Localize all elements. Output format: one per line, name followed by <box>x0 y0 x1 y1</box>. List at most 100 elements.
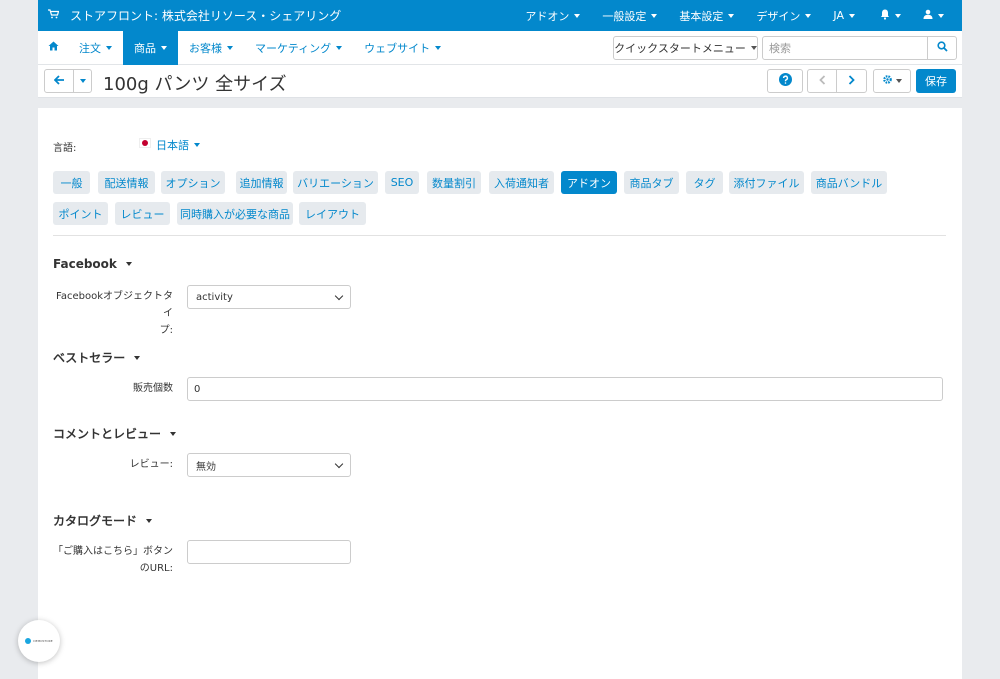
search-input[interactable] <box>762 36 928 60</box>
top-bar: ストアフロント: 株式会社リソース・シェアリング アドオン 一般設定 基本設定 … <box>38 0 962 31</box>
chevron-down-icon <box>574 13 581 18</box>
buy-now-url-label-line2: のURL: <box>139 563 173 574</box>
logo-icon <box>25 638 32 644</box>
tab-tags[interactable]: タグ <box>686 171 723 194</box>
user-icon <box>923 9 933 22</box>
buy-now-url-label: 「ご購入はこちら」ボタン のURL: <box>51 543 173 577</box>
gear-icon <box>882 74 893 88</box>
tab-features[interactable]: 追加情報 <box>236 171 287 194</box>
tab-product-tabs[interactable]: 商品タブ <box>624 171 679 194</box>
nav-orders[interactable]: 注文 <box>68 31 123 65</box>
topnav-basic-settings[interactable]: 基本設定 <box>668 8 745 24</box>
badge-text: DEMOSTORE <box>33 639 53 643</box>
sales-amount-value: 0 <box>194 383 201 395</box>
chevron-down-icon <box>336 45 343 50</box>
language-value: 日本語 <box>156 139 189 152</box>
facebook-object-type-label-line2: プ: <box>159 325 173 336</box>
storefront-name[interactable]: ストアフロント: 株式会社リソース・シェアリング <box>70 7 341 24</box>
tab-layouts[interactable]: レイアウト <box>299 202 366 225</box>
chevron-down-icon <box>146 518 153 523</box>
topnav-design[interactable]: デザイン <box>745 8 822 24</box>
facebook-object-type-select[interactable]: activity <box>187 285 351 309</box>
tab-required-products[interactable]: 同時購入が必要な商品 <box>177 202 293 225</box>
section-bestsellers-header[interactable]: ベストセラー <box>53 349 141 366</box>
chevron-down-icon <box>895 13 901 18</box>
language-label: 言語: <box>53 143 77 154</box>
sales-amount-label: 販売個数 <box>133 383 173 394</box>
language-selector[interactable]: 日本語 <box>156 137 200 153</box>
chevron-down-icon <box>334 459 344 468</box>
search-icon <box>936 41 948 55</box>
facebook-object-type-value: activity <box>196 291 233 303</box>
chevron-down-icon <box>651 13 658 18</box>
quickstart-menu-button[interactable]: クイックスタートメニュー <box>613 36 758 60</box>
tab-attachments[interactable]: 添付ファイル <box>729 171 804 194</box>
tab-variations[interactable]: バリエーション <box>293 171 378 194</box>
chevron-down-icon <box>849 13 855 18</box>
chevron-down-icon <box>334 291 344 300</box>
previous-product-button[interactable] <box>807 69 837 93</box>
chevron-left-icon <box>818 74 826 88</box>
topnav-addons[interactable]: アドオン <box>514 8 591 24</box>
divider <box>53 235 946 236</box>
buy-now-url-input[interactable] <box>187 540 351 564</box>
chevron-down-icon <box>125 262 132 266</box>
tab-seo[interactable]: SEO <box>385 171 419 194</box>
tab-general[interactable]: 一般 <box>53 171 90 194</box>
chevron-down-icon <box>750 46 757 50</box>
chevron-down-icon <box>161 45 167 50</box>
next-product-button[interactable] <box>836 69 867 93</box>
tab-reviews[interactable]: レビュー <box>115 202 170 225</box>
topnav-general-settings-label: 一般設定 <box>602 9 647 23</box>
back-button[interactable] <box>44 69 74 93</box>
topnav-addons-label: アドオン <box>525 9 570 23</box>
section-facebook-header[interactable]: Facebook <box>53 257 132 271</box>
facebook-object-type-label-line1: Facebookオブジェクトタイ <box>56 291 173 319</box>
nav-marketing[interactable]: マーケティング <box>244 31 353 65</box>
nav-orders-label: 注文 <box>79 41 101 55</box>
tab-reward-points[interactable]: ポイント <box>53 202 108 225</box>
notifications-menu[interactable] <box>866 9 911 23</box>
chevron-down-icon <box>435 45 442 50</box>
section-catalog-mode-title: カタログモード <box>53 514 138 528</box>
page-title: 100g パンツ 全サイズ <box>103 74 287 95</box>
help-button[interactable] <box>767 69 803 93</box>
nav-home[interactable] <box>38 31 68 65</box>
chevron-down-icon <box>194 143 200 147</box>
reviews-select[interactable]: 無効 <box>187 453 351 477</box>
topnav-design-label: デザイン <box>756 9 801 23</box>
nav-customers[interactable]: お客様 <box>178 31 244 65</box>
main-nav: 注文 商品 お客様 マーケティング ウェブサイト クイックスタートメニュー <box>38 30 962 65</box>
tab-addons[interactable]: アドオン <box>561 171 617 194</box>
cart-icon <box>48 9 62 22</box>
nav-products-label: 商品 <box>134 41 156 55</box>
demo-store-badge[interactable]: DEMOSTORE <box>18 620 60 662</box>
nav-website-label: ウェブサイト <box>364 41 431 55</box>
nav-website[interactable]: ウェブサイト <box>353 31 452 65</box>
user-menu[interactable] <box>911 9 962 22</box>
topnav-general-settings[interactable]: 一般設定 <box>591 8 668 24</box>
section-catalog-mode-header[interactable]: カタログモード <box>53 512 153 529</box>
title-bar: 100g パンツ 全サイズ 保存 <box>38 65 962 98</box>
tab-options[interactable]: オプション <box>161 171 225 194</box>
buy-now-url-label-line1: 「ご購入はこちら」ボタン <box>53 546 173 557</box>
top-nav: アドオン 一般設定 基本設定 デザイン JA <box>514 0 962 31</box>
chevron-down-icon <box>896 79 902 83</box>
topnav-language[interactable]: JA <box>822 9 866 22</box>
home-icon <box>48 41 59 54</box>
nav-products[interactable]: 商品 <box>123 30 178 65</box>
settings-menu-button[interactable] <box>873 69 911 93</box>
search-button[interactable] <box>927 36 957 60</box>
tab-quantity-discounts[interactable]: 数量割引 <box>427 171 481 194</box>
tab-shipping[interactable]: 配送情報 <box>98 171 155 194</box>
chevron-down-icon <box>170 431 177 436</box>
topnav-language-label: JA <box>833 9 844 22</box>
tab-subscribers[interactable]: 入荷通知者 <box>489 171 554 194</box>
tab-product-bundles[interactable]: 商品バンドル <box>811 171 887 194</box>
japan-flag-icon <box>139 138 151 148</box>
section-reviews-header[interactable]: コメントとレビュー <box>53 425 177 442</box>
sales-amount-input[interactable]: 0 <box>187 377 943 401</box>
back-history-dropdown[interactable] <box>73 69 92 93</box>
content-panel: 言語: 日本語 一般 配送情報 オプション 追加情報 バリエーション SEO 数… <box>38 108 962 679</box>
save-button[interactable]: 保存 <box>916 69 956 93</box>
